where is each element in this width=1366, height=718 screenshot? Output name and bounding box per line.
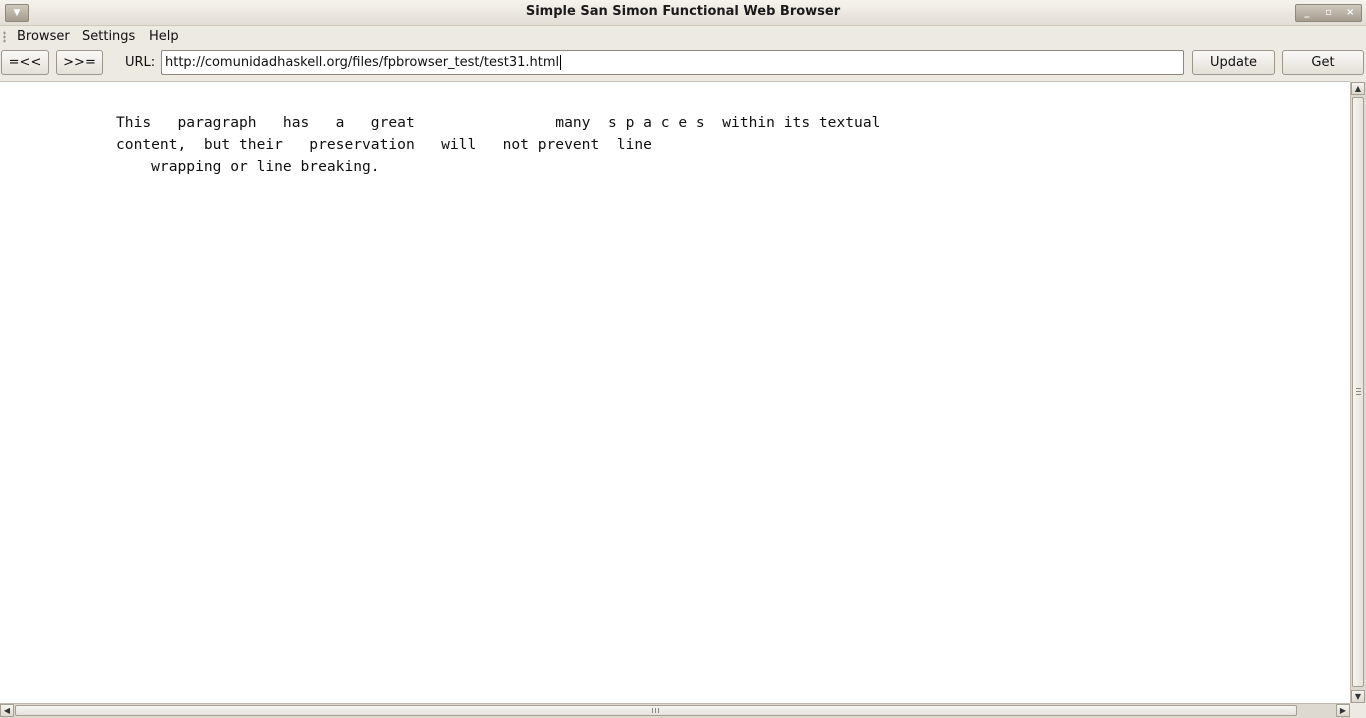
menu-browser[interactable]: Browser	[17, 29, 70, 44]
grip-icon	[1356, 388, 1361, 396]
url-label: URL:	[125, 55, 156, 70]
menu-help[interactable]: Help	[149, 29, 179, 44]
scrollbar-corner	[1350, 703, 1366, 718]
toolbar: =<< >>= URL: http://comunidadhaskell.org…	[0, 48, 1366, 80]
close-icon[interactable]: ×	[1340, 6, 1360, 20]
paragraph-line-2: content, but their preservation will not…	[116, 136, 652, 153]
arrow-right-icon: ▶	[1339, 706, 1347, 715]
page-paragraph: This paragraph has a great many s p a c …	[116, 112, 880, 178]
update-button[interactable]: Update	[1192, 50, 1275, 75]
window-controls: _ ▫ ×	[1295, 4, 1362, 22]
grip-icon	[652, 708, 660, 713]
page-viewport[interactable]: This paragraph has a great many s p a c …	[0, 81, 1350, 704]
minimize-icon[interactable]: _	[1297, 6, 1317, 20]
horizontal-scrollbar[interactable]: ◀ ▶	[0, 703, 1350, 718]
horizontal-scroll-thumb[interactable]	[15, 705, 1297, 716]
scroll-left-button[interactable]: ◀	[0, 704, 14, 717]
paragraph-line-1: This paragraph has a great many s p a c …	[116, 114, 881, 131]
paragraph-line-3: wrapping or line breaking.	[116, 158, 380, 175]
menu-grip-icon	[3, 31, 6, 43]
title-bar[interactable]: ▼ Simple San Simon Functional Web Browse…	[0, 0, 1366, 26]
menu-bar: Browser Settings Help	[0, 26, 1366, 48]
arrow-left-icon: ◀	[3, 706, 11, 715]
url-input[interactable]: http://comunidadhaskell.org/files/fpbrow…	[161, 50, 1184, 75]
url-text: http://comunidadhaskell.org/files/fpbrow…	[165, 55, 560, 70]
arrow-down-icon: ▼	[1354, 692, 1362, 701]
maximize-icon[interactable]: ▫	[1318, 6, 1338, 20]
back-button[interactable]: =<<	[1, 50, 49, 75]
text-caret	[560, 55, 562, 70]
vertical-scrollbar[interactable]: ▲ ▼	[1350, 82, 1366, 703]
window-title: Simple San Simon Functional Web Browser	[525, 4, 841, 19]
get-button[interactable]: Get	[1282, 50, 1364, 75]
menu-settings[interactable]: Settings	[82, 29, 135, 44]
arrow-up-icon: ▲	[1354, 84, 1362, 93]
browser-window: ▼ Simple San Simon Functional Web Browse…	[0, 0, 1366, 718]
scroll-down-button[interactable]: ▼	[1351, 690, 1365, 703]
scroll-up-button[interactable]: ▲	[1351, 82, 1365, 95]
vertical-scroll-thumb[interactable]	[1352, 97, 1364, 687]
scroll-right-button[interactable]: ▶	[1336, 704, 1350, 717]
forward-button[interactable]: >>=	[56, 50, 103, 75]
